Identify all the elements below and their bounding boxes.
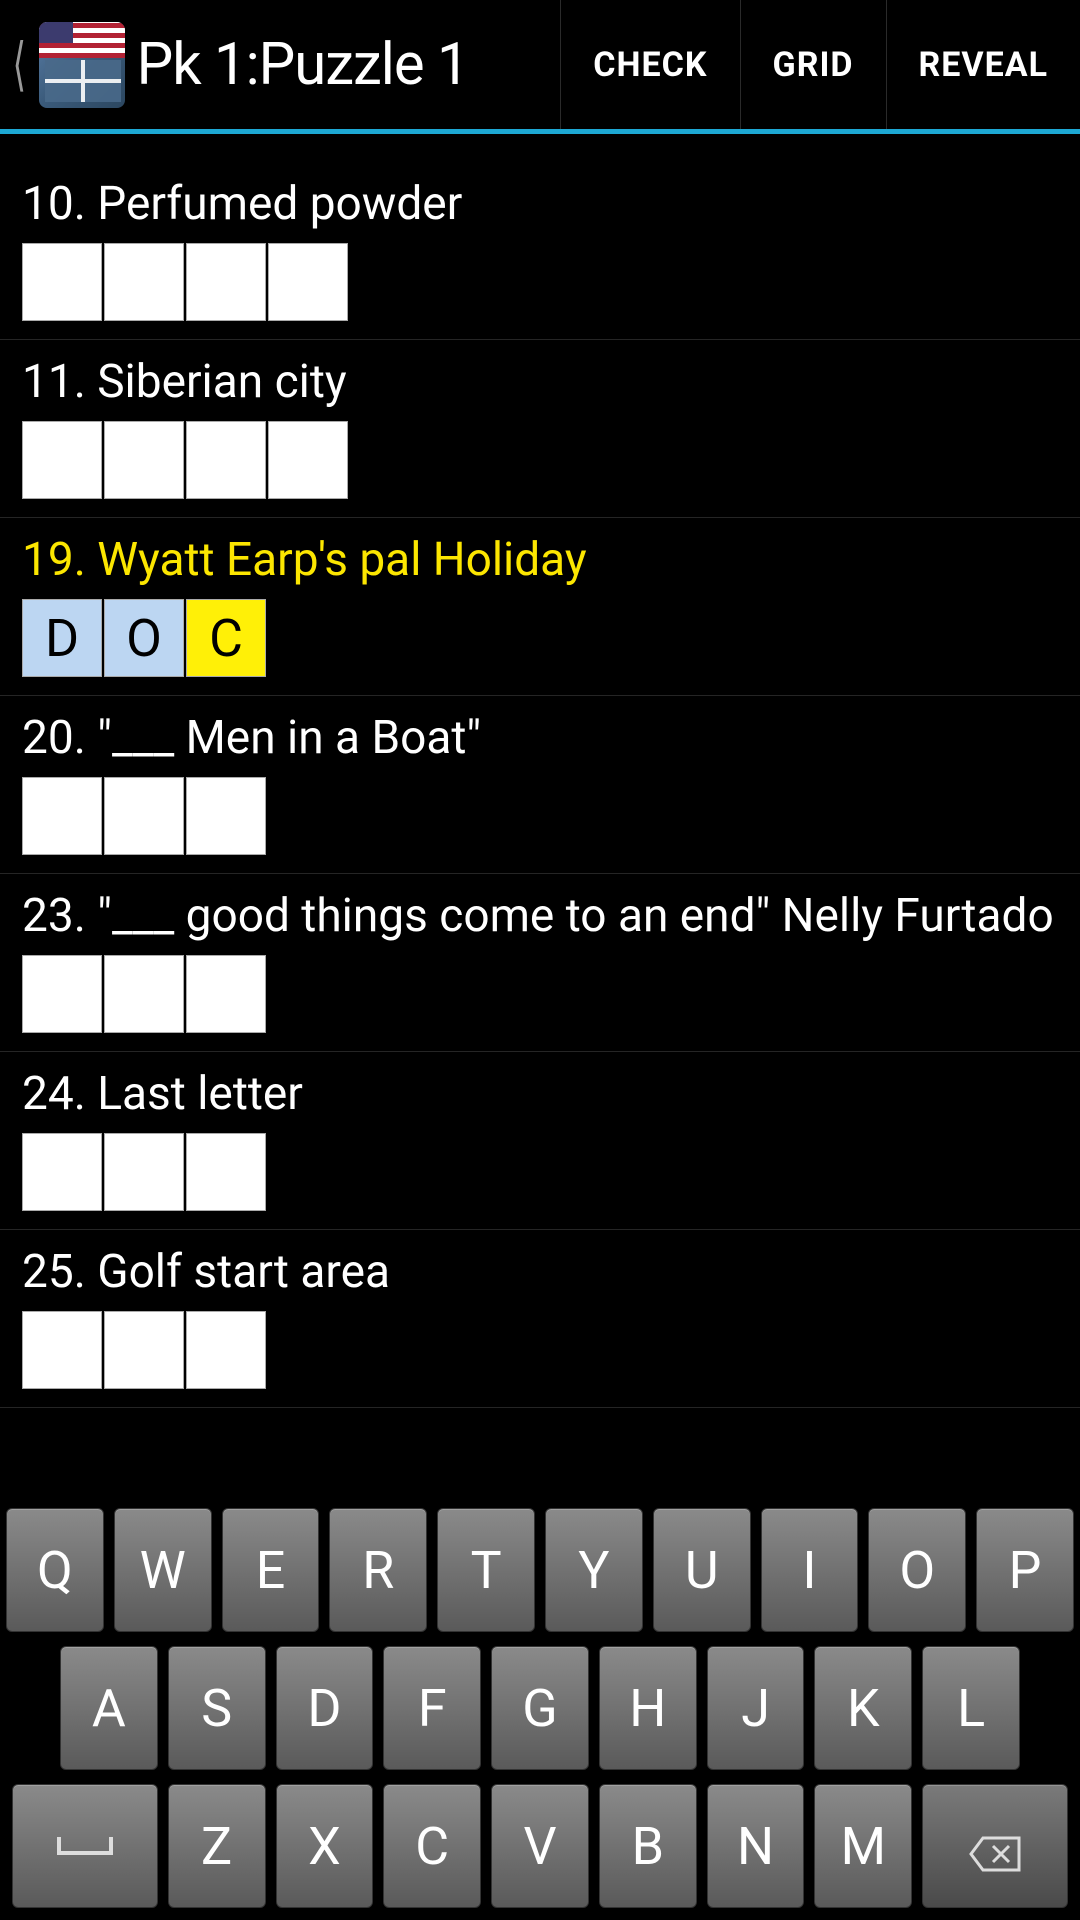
key-e[interactable]: E xyxy=(222,1508,320,1632)
key-u[interactable]: U xyxy=(653,1508,751,1632)
clue-text: 25. Golf start area xyxy=(22,1244,1058,1301)
answer-cell[interactable] xyxy=(104,777,184,855)
answer-cell[interactable]: D xyxy=(22,599,102,677)
clue-text: 10. Perfumed powder xyxy=(22,176,1058,233)
check-button[interactable]: CHECK xyxy=(560,0,739,129)
keyboard-row-3: ZXCVBNM xyxy=(6,1784,1074,1908)
key-k[interactable]: K xyxy=(814,1646,912,1770)
clue-text: 24. Last letter xyxy=(22,1066,1058,1123)
key-g[interactable]: G xyxy=(491,1646,589,1770)
header: ⟨ Pk 1:Puzzle 1 CHECK GRID REVEAL xyxy=(0,0,1080,134)
key-h[interactable]: H xyxy=(599,1646,697,1770)
app-icon[interactable] xyxy=(39,22,125,108)
key-space[interactable] xyxy=(12,1784,158,1908)
answer-cell[interactable] xyxy=(268,421,348,499)
clue-item[interactable]: 11. Siberian city xyxy=(0,340,1080,518)
key-m[interactable]: M xyxy=(814,1784,912,1908)
reveal-button[interactable]: REVEAL xyxy=(886,0,1080,129)
key-a[interactable]: A xyxy=(60,1646,158,1770)
key-b[interactable]: B xyxy=(599,1784,697,1908)
clue-cells xyxy=(22,1311,1058,1389)
answer-cell[interactable] xyxy=(104,243,184,321)
key-z[interactable]: Z xyxy=(168,1784,266,1908)
clue-text: 19. Wyatt Earp's pal Holiday xyxy=(22,532,1058,589)
clue-item[interactable]: 20. "___ Men in a Boat" xyxy=(0,696,1080,874)
key-j[interactable]: J xyxy=(707,1646,805,1770)
clue-cells: DOC xyxy=(22,599,1058,677)
clue-item[interactable]: 24. Last letter xyxy=(0,1052,1080,1230)
answer-cell[interactable] xyxy=(104,421,184,499)
answer-cell[interactable] xyxy=(268,243,348,321)
answer-cell[interactable] xyxy=(186,421,266,499)
answer-cell[interactable] xyxy=(186,243,266,321)
answer-cell[interactable] xyxy=(22,1311,102,1389)
answer-cell[interactable]: C xyxy=(186,599,266,677)
answer-cell[interactable] xyxy=(22,1133,102,1211)
clue-item[interactable]: 19. Wyatt Earp's pal Holiday DOC xyxy=(0,518,1080,696)
key-p[interactable]: P xyxy=(976,1508,1074,1632)
backspace-icon xyxy=(967,1826,1023,1866)
key-w[interactable]: W xyxy=(114,1508,212,1632)
clue-item[interactable]: 25. Golf start area xyxy=(0,1230,1080,1408)
header-actions: CHECK GRID REVEAL xyxy=(560,0,1080,129)
answer-cell[interactable] xyxy=(22,955,102,1033)
clue-list[interactable]: 10. Perfumed powder 11. Siberian city 19. … xyxy=(0,134,1080,1498)
clue-cells xyxy=(22,243,1058,321)
key-t[interactable]: T xyxy=(437,1508,535,1632)
key-n[interactable]: N xyxy=(707,1784,805,1908)
clue-cells xyxy=(22,777,1058,855)
key-c[interactable]: C xyxy=(383,1784,481,1908)
key-y[interactable]: Y xyxy=(545,1508,643,1632)
back-button[interactable]: ⟨ xyxy=(8,30,31,99)
answer-cell[interactable] xyxy=(186,1311,266,1389)
answer-cell[interactable] xyxy=(186,955,266,1033)
clue-text: 20. "___ Men in a Boat" xyxy=(22,710,1058,767)
clue-item[interactable]: 10. Perfumed powder xyxy=(0,162,1080,340)
keyboard: QWERTYUIOP ASDFGHJKL ZXCVBNM xyxy=(0,1498,1080,1920)
page-title: Pk 1:Puzzle 1 xyxy=(137,31,561,99)
answer-cell[interactable] xyxy=(104,955,184,1033)
key-q[interactable]: Q xyxy=(6,1508,104,1632)
answer-cell[interactable] xyxy=(186,1133,266,1211)
answer-cell[interactable] xyxy=(104,1133,184,1211)
key-x[interactable]: X xyxy=(276,1784,374,1908)
key-i[interactable]: I xyxy=(761,1508,859,1632)
key-d[interactable]: D xyxy=(276,1646,374,1770)
answer-cell[interactable]: O xyxy=(104,599,184,677)
key-v[interactable]: V xyxy=(491,1784,589,1908)
clue-text: 11. Siberian city xyxy=(22,354,1058,411)
key-s[interactable]: S xyxy=(168,1646,266,1770)
answer-cell[interactable] xyxy=(186,777,266,855)
key-r[interactable]: R xyxy=(329,1508,427,1632)
keyboard-row-2: ASDFGHJKL xyxy=(6,1646,1074,1770)
clue-item[interactable]: 23. "___ good things come to an end" Nel… xyxy=(0,874,1080,1052)
answer-cell[interactable] xyxy=(22,777,102,855)
answer-cell[interactable] xyxy=(22,243,102,321)
clue-cells xyxy=(22,421,1058,499)
answer-cell[interactable] xyxy=(22,421,102,499)
clue-cells xyxy=(22,1133,1058,1211)
clue-text: 23. "___ good things come to an end" Nel… xyxy=(22,888,1058,945)
key-backspace[interactable] xyxy=(922,1784,1068,1908)
key-f[interactable]: F xyxy=(383,1646,481,1770)
grid-button[interactable]: GRID xyxy=(740,0,886,129)
key-l[interactable]: L xyxy=(922,1646,1020,1770)
answer-cell[interactable] xyxy=(104,1311,184,1389)
clue-cells xyxy=(22,955,1058,1033)
key-o[interactable]: O xyxy=(868,1508,966,1632)
keyboard-row-1: QWERTYUIOP xyxy=(6,1508,1074,1632)
